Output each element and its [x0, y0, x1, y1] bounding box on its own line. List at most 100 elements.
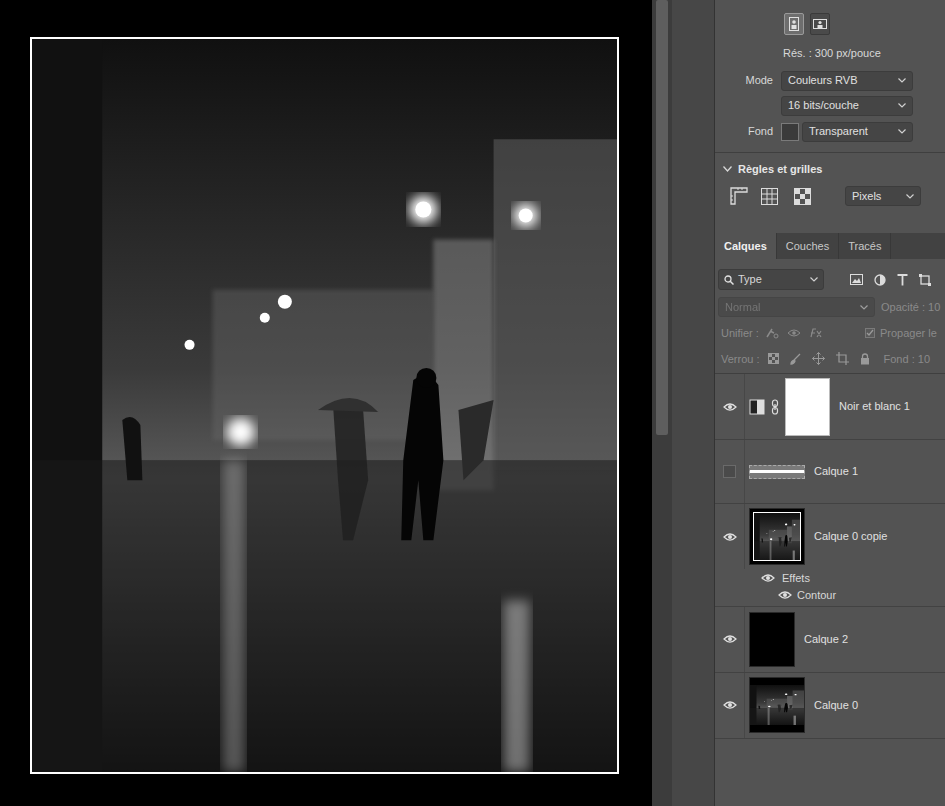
adjustment-icon: [749, 399, 765, 415]
layer-thumbnail: [749, 677, 805, 733]
panel-tab[interactable]: Couches: [777, 233, 839, 259]
visibility-toggle[interactable]: [760, 570, 776, 586]
move-icon[interactable]: [812, 352, 825, 365]
scroll-thumb[interactable]: [656, 0, 668, 435]
propagate-checkbox[interactable]: [865, 328, 875, 338]
layer-name[interactable]: Calque 0: [814, 697, 858, 714]
layer-thumbnail: [749, 508, 805, 565]
layers-list: Noir et blanc 1 Calque 1 Calque 0 copie Eff…: [715, 373, 945, 739]
layer-row[interactable]: Calque 0 copie EffetsContour: [715, 504, 945, 607]
panel-tab[interactable]: Calques: [715, 233, 777, 259]
search-icon: [724, 275, 734, 285]
unify-visibility-icon[interactable]: [787, 327, 801, 339]
unify-label: Unifier :: [721, 325, 759, 342]
filter-value: Type: [738, 271, 762, 288]
propagate-label: Propager le: [880, 325, 937, 342]
eye-icon: [723, 634, 737, 644]
shape-filter-icon[interactable]: [919, 274, 931, 286]
eye-icon: [761, 573, 775, 583]
layer-name[interactable]: Calque 1: [814, 463, 858, 480]
dropdown[interactable]: Transparent: [802, 122, 913, 142]
visibility-toggle[interactable]: [722, 529, 738, 545]
caret-icon: [906, 194, 914, 199]
caret-icon: [810, 277, 818, 282]
fill-label: Fond : 10: [884, 351, 930, 368]
visibility-toggle[interactable]: [722, 399, 738, 415]
image-filter-icon[interactable]: [850, 274, 863, 285]
text-filter-icon[interactable]: [897, 274, 908, 286]
caret-icon: [898, 78, 906, 83]
eye-icon: [723, 700, 737, 710]
unify-position-icon[interactable]: [765, 327, 779, 339]
layer-thumbnail: [749, 612, 795, 667]
eye-icon: [778, 590, 792, 600]
dropdown[interactable]: Pixels: [845, 186, 921, 206]
background-swatch[interactable]: [781, 123, 799, 141]
link-icon: [771, 399, 779, 415]
dropdown-value: Couleurs RVB: [788, 72, 858, 89]
lock-pixels-icon[interactable]: [768, 353, 779, 364]
grid-icon[interactable]: [761, 188, 778, 205]
section-title: Règles et grilles: [738, 161, 822, 178]
visibility-toggle[interactable]: [722, 464, 738, 480]
layer-name[interactable]: Calque 0 copie: [814, 528, 887, 545]
canvas-area: [0, 0, 652, 806]
brush-icon[interactable]: [790, 353, 801, 365]
orientation-button[interactable]: [810, 13, 830, 35]
ruler-icon[interactable]: [730, 187, 748, 205]
filter-dropdown[interactable]: Type: [718, 269, 824, 290]
panel-tab[interactable]: Tracés: [839, 233, 891, 259]
chevron-icon[interactable]: [723, 166, 732, 172]
layer-name[interactable]: Noir et blanc 1: [839, 398, 910, 415]
background-label: Fond: [748, 125, 773, 137]
caret-icon: [898, 103, 906, 108]
canvas-scrollbar[interactable]: [652, 0, 672, 806]
layer-name[interactable]: Calque 2: [804, 631, 848, 648]
effect-name[interactable]: Contour: [797, 587, 836, 604]
panel-tabs: Calques Couches Tracés: [715, 233, 945, 259]
panel-gutter: [672, 0, 715, 806]
eye-icon: [723, 402, 737, 412]
visibility-toggle[interactable]: [722, 631, 738, 647]
photo: [32, 39, 617, 772]
dropdown[interactable]: Couleurs RVB: [781, 71, 913, 91]
layer-row[interactable]: Calque 0: [715, 673, 945, 739]
dropdown[interactable]: Normal: [718, 297, 875, 317]
eye-icon: [723, 532, 737, 542]
document-canvas[interactable]: [30, 37, 619, 774]
check-icon: [866, 329, 874, 337]
dropdown-value: Pixels: [852, 188, 881, 205]
dropdown-value: Normal: [725, 299, 760, 316]
layer-row[interactable]: Calque 2: [715, 607, 945, 673]
resolution-label: Rés. : 300 px/pouce: [783, 47, 881, 59]
dropdown-value: 16 bits/couche: [788, 97, 859, 114]
mode-label: Mode: [745, 74, 773, 86]
lock-icon[interactable]: [860, 353, 870, 365]
dropdown[interactable]: 16 bits/couche: [781, 96, 913, 116]
visibility-toggle[interactable]: [777, 587, 793, 603]
layer-thumbnail: [749, 465, 805, 479]
landscape-icon: [813, 19, 827, 29]
portrait-icon: [789, 17, 799, 31]
photo: [750, 685, 804, 725]
visibility-toggle[interactable]: [722, 697, 738, 713]
photo: [754, 513, 801, 561]
tab-label: Calques: [724, 238, 767, 255]
adjustment-filter-icon[interactable]: [874, 274, 886, 286]
right-panel: Rés. : 300 px/pouce Mode Couleurs RVB 16 bi…: [715, 0, 945, 806]
lock-label: Verrou :: [721, 351, 760, 368]
mask-thumbnail: [785, 378, 830, 436]
unify-style-icon[interactable]: [809, 327, 825, 339]
opacity-label: Opacité : 10: [881, 299, 940, 316]
caret-icon: [860, 305, 868, 310]
caret-icon: [898, 129, 906, 134]
artboard-icon[interactable]: [836, 352, 849, 365]
layer-row[interactable]: Calque 1: [715, 440, 945, 504]
tab-label: Couches: [786, 238, 829, 255]
layer-row[interactable]: Noir et blanc 1: [715, 374, 945, 440]
tab-label: Tracés: [848, 238, 881, 255]
pixel-grid-icon[interactable]: [794, 188, 811, 205]
effects-label: Effets: [782, 570, 810, 587]
orientation-button[interactable]: [784, 13, 804, 35]
dropdown-value: Transparent: [809, 123, 868, 140]
